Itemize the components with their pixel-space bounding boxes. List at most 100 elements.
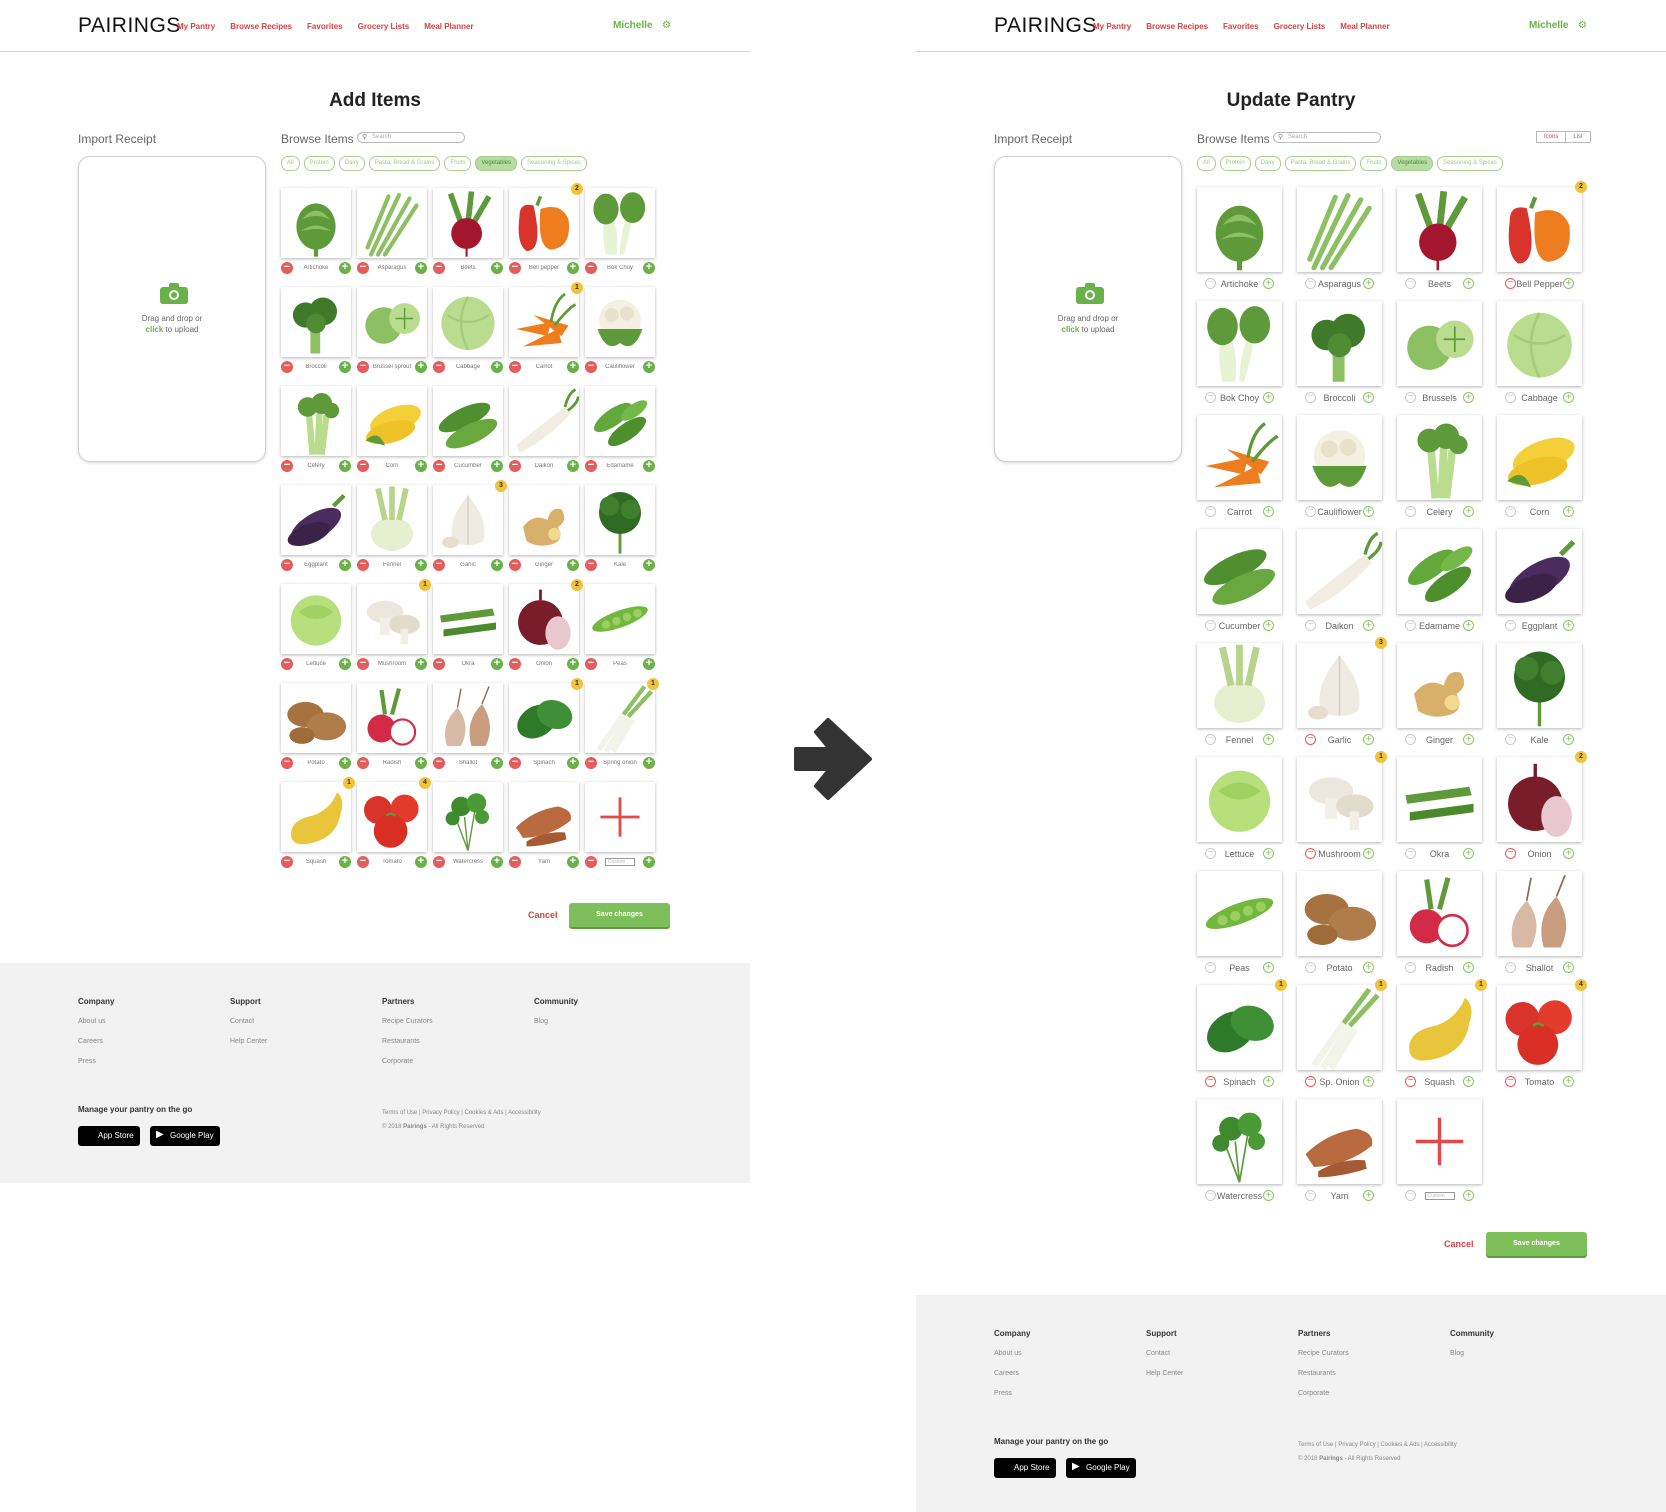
footer-link[interactable]: Help Center bbox=[1146, 1370, 1183, 1377]
minus-icon[interactable]: − bbox=[1405, 734, 1416, 745]
plus-icon[interactable]: + bbox=[1463, 962, 1474, 973]
item-image[interactable] bbox=[1297, 871, 1382, 956]
minus-icon[interactable]: − bbox=[509, 460, 521, 472]
plus-icon[interactable]: + bbox=[415, 460, 427, 472]
plus-icon[interactable]: + bbox=[567, 856, 579, 868]
category-chip[interactable]: All bbox=[1197, 156, 1216, 171]
minus-icon[interactable]: − bbox=[509, 658, 521, 670]
footer-link[interactable]: Blog bbox=[534, 1018, 578, 1025]
plus-icon[interactable]: + bbox=[1263, 392, 1274, 403]
view-icons-toggle[interactable]: Icons bbox=[1537, 132, 1567, 142]
item-image[interactable] bbox=[585, 584, 655, 654]
category-chip[interactable]: Fruits bbox=[444, 156, 472, 171]
category-chip[interactable]: Dairy bbox=[338, 156, 365, 171]
minus-icon[interactable]: − bbox=[357, 856, 369, 868]
plus-icon[interactable]: + bbox=[339, 658, 351, 670]
footer-link[interactable]: Recipe Curators bbox=[1298, 1350, 1349, 1357]
item-image[interactable] bbox=[1497, 415, 1582, 500]
item-image[interactable] bbox=[585, 683, 655, 753]
minus-icon[interactable]: − bbox=[281, 262, 293, 274]
footer-link[interactable]: Contact bbox=[1146, 1350, 1183, 1357]
minus-icon[interactable]: − bbox=[1405, 1190, 1416, 1201]
minus-icon[interactable]: − bbox=[509, 757, 521, 769]
item-image[interactable] bbox=[509, 683, 579, 753]
plus-icon[interactable]: + bbox=[339, 856, 351, 868]
minus-icon[interactable]: − bbox=[1505, 278, 1516, 289]
minus-icon[interactable]: − bbox=[1305, 620, 1316, 631]
item-image[interactable] bbox=[1197, 529, 1282, 614]
custom-item-input[interactable]: Custom bbox=[605, 858, 635, 866]
item-image[interactable] bbox=[1197, 643, 1282, 728]
minus-icon[interactable]: − bbox=[1505, 392, 1516, 403]
plus-icon[interactable]: + bbox=[491, 460, 503, 472]
item-image[interactable] bbox=[1497, 757, 1582, 842]
minus-icon[interactable]: − bbox=[357, 460, 369, 472]
category-chip[interactable]: Vegetables bbox=[475, 156, 518, 171]
plus-icon[interactable]: + bbox=[1363, 392, 1374, 403]
plus-icon[interactable]: + bbox=[1263, 278, 1274, 289]
minus-icon[interactable]: − bbox=[1505, 734, 1516, 745]
footer-link[interactable]: Corporate bbox=[382, 1058, 433, 1065]
footer-link[interactable]: Help Center bbox=[230, 1038, 267, 1045]
nav-meal-planner[interactable]: Meal Planner bbox=[1340, 22, 1389, 31]
plus-icon[interactable]: + bbox=[1363, 620, 1374, 631]
category-chip[interactable]: Vegetables bbox=[1391, 156, 1434, 171]
item-image[interactable] bbox=[433, 287, 503, 357]
nav-browse-recipes[interactable]: Browse Recipes bbox=[1146, 22, 1208, 31]
item-image[interactable] bbox=[1497, 187, 1582, 272]
plus-icon[interactable]: + bbox=[1463, 848, 1474, 859]
item-image[interactable] bbox=[1397, 1099, 1482, 1184]
item-image[interactable] bbox=[1497, 643, 1582, 728]
minus-icon[interactable]: − bbox=[357, 361, 369, 373]
minus-icon[interactable]: − bbox=[585, 856, 597, 868]
item-image[interactable] bbox=[1297, 1099, 1382, 1184]
item-image[interactable] bbox=[1297, 301, 1382, 386]
plus-icon[interactable]: + bbox=[1263, 962, 1274, 973]
save-changes-button[interactable]: Save changes bbox=[1486, 1232, 1587, 1256]
plus-icon[interactable]: + bbox=[1563, 962, 1574, 973]
brand-logo[interactable]: PAIRINGS bbox=[994, 14, 1097, 38]
minus-icon[interactable]: − bbox=[1505, 962, 1516, 973]
gear-icon[interactable]: ⚙ bbox=[1578, 20, 1587, 31]
minus-icon[interactable]: − bbox=[509, 361, 521, 373]
minus-icon[interactable]: − bbox=[1505, 620, 1516, 631]
item-image[interactable] bbox=[1197, 871, 1282, 956]
minus-icon[interactable]: − bbox=[1405, 278, 1416, 289]
minus-icon[interactable]: − bbox=[1405, 620, 1416, 631]
category-chip[interactable]: Pasta, Bread & Grains bbox=[1284, 156, 1357, 171]
minus-icon[interactable]: − bbox=[1305, 506, 1316, 517]
item-image[interactable] bbox=[1397, 871, 1482, 956]
minus-icon[interactable]: − bbox=[357, 757, 369, 769]
item-image[interactable] bbox=[1297, 643, 1382, 728]
minus-icon[interactable]: − bbox=[1205, 962, 1216, 973]
search-input[interactable]: ⚲ Search bbox=[1273, 132, 1381, 143]
plus-icon[interactable]: + bbox=[1463, 506, 1474, 517]
plus-icon[interactable]: + bbox=[567, 559, 579, 571]
minus-icon[interactable]: − bbox=[585, 658, 597, 670]
cancel-button[interactable]: Cancel bbox=[528, 910, 558, 920]
footer-link[interactable]: Recipe Curators bbox=[382, 1018, 433, 1025]
minus-icon[interactable]: − bbox=[1305, 734, 1316, 745]
category-chip[interactable]: Seasoning & Spices bbox=[1437, 156, 1503, 171]
plus-icon[interactable]: + bbox=[415, 658, 427, 670]
custom-item-input[interactable]: Custom bbox=[1424, 1191, 1455, 1200]
item-image[interactable] bbox=[1297, 187, 1382, 272]
item-image[interactable] bbox=[1297, 985, 1382, 1070]
minus-icon[interactable]: − bbox=[1405, 848, 1416, 859]
plus-icon[interactable]: + bbox=[415, 361, 427, 373]
minus-icon[interactable]: − bbox=[585, 559, 597, 571]
minus-icon[interactable]: − bbox=[1205, 620, 1216, 631]
minus-icon[interactable]: − bbox=[281, 757, 293, 769]
plus-icon[interactable]: + bbox=[1563, 506, 1574, 517]
minus-icon[interactable]: − bbox=[281, 460, 293, 472]
minus-icon[interactable]: − bbox=[433, 361, 445, 373]
item-image[interactable] bbox=[1397, 643, 1482, 728]
minus-icon[interactable]: − bbox=[1305, 278, 1316, 289]
save-changes-button[interactable]: Save changes bbox=[569, 903, 670, 927]
plus-icon[interactable]: + bbox=[1263, 506, 1274, 517]
item-image[interactable] bbox=[1197, 985, 1282, 1070]
nav-browse-recipes[interactable]: Browse Recipes bbox=[230, 22, 292, 31]
plus-icon[interactable]: + bbox=[1263, 848, 1274, 859]
minus-icon[interactable]: − bbox=[357, 658, 369, 670]
minus-icon[interactable]: − bbox=[1205, 278, 1216, 289]
